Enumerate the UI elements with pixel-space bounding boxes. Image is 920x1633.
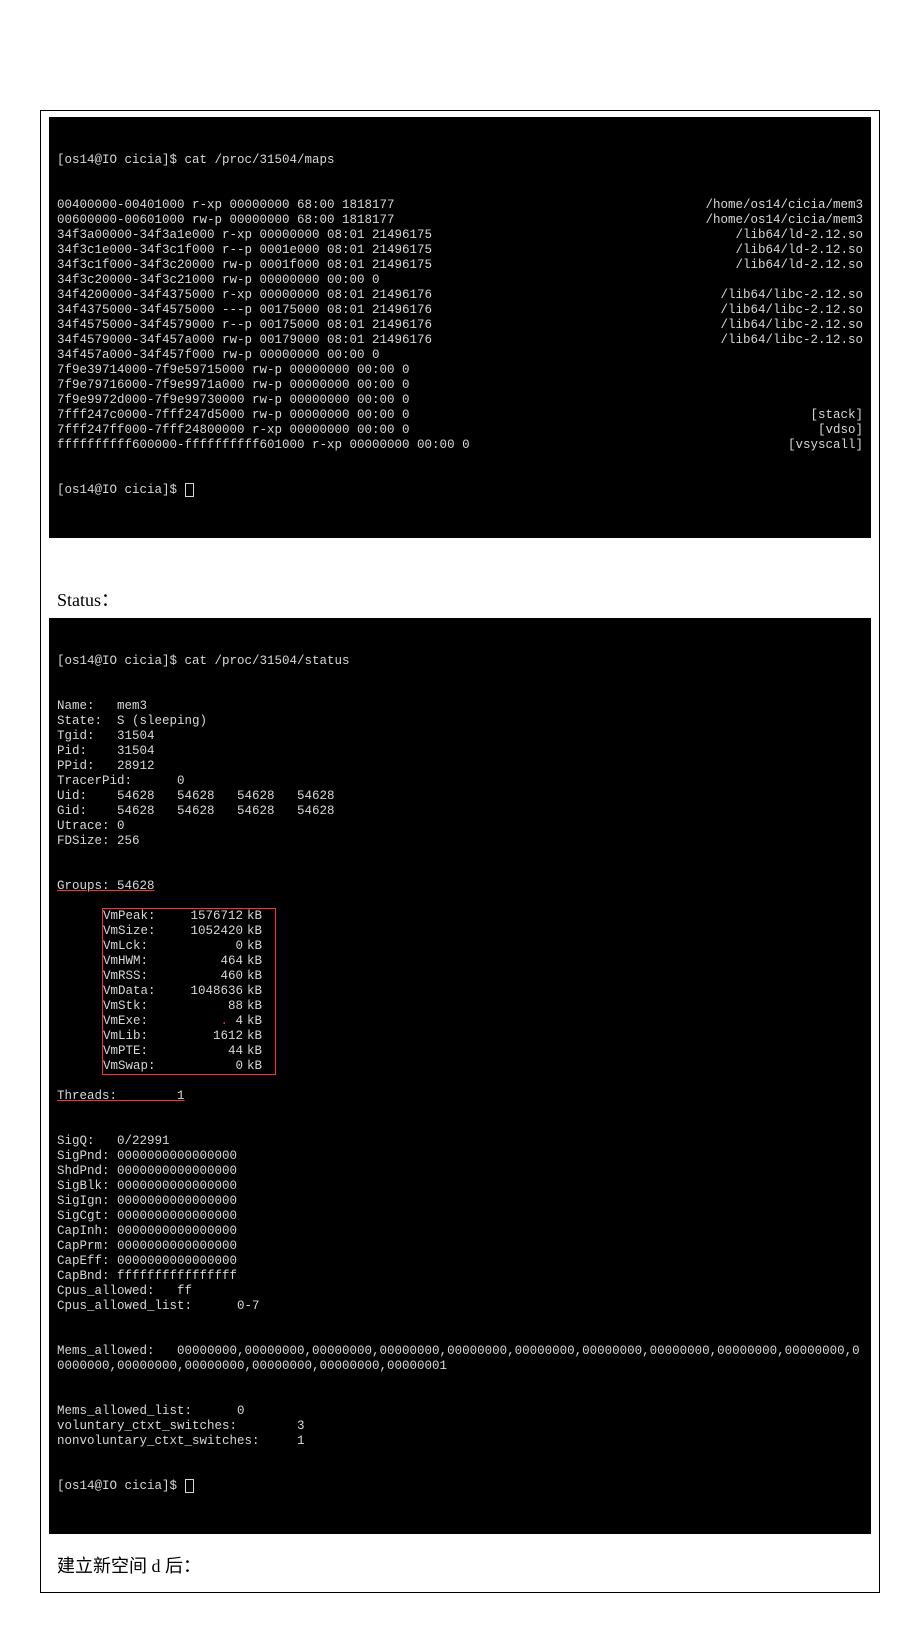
cursor-icon	[185, 483, 194, 497]
after-d-heading: 建立新空间 d 后：	[57, 1552, 871, 1578]
maps-command: [os14@IO cicia]$ cat /proc/31504/maps	[57, 153, 863, 168]
maps-row: 7fff247ff000-7fff24800000 r-xp 00000000 …	[57, 423, 863, 438]
cursor-icon	[185, 1479, 194, 1493]
groups-line: Groups: 54628	[57, 879, 863, 894]
document-frame: [os14@IO cicia]$ cat /proc/31504/maps 00…	[40, 110, 880, 1593]
status-line: SigQ: 0/22991	[57, 1134, 863, 1149]
maps-row: 7f9e9972d000-7f9e99730000 rw-p 00000000 …	[57, 393, 863, 408]
status-command: [os14@IO cicia]$ cat /proc/31504/status	[57, 654, 863, 669]
maps-output: 00400000-00401000 r-xp 00000000 68:00 18…	[57, 198, 863, 453]
status-line: SigBlk: 0000000000000000	[57, 1179, 863, 1194]
maps-row: 7f9e79716000-7f9e9971a000 rw-p 00000000 …	[57, 378, 863, 393]
status-pre-groups: Name: mem3State: S (sleeping)Tgid: 31504…	[57, 699, 863, 849]
status-line: SigCgt: 0000000000000000	[57, 1209, 863, 1224]
status-line: CapEff: 0000000000000000	[57, 1254, 863, 1269]
status-line: Gid: 54628 54628 54628 54628	[57, 804, 863, 819]
vm-line: VmData:1048636kB	[103, 984, 271, 999]
status-line: CapInh: 0000000000000000	[57, 1224, 863, 1239]
status-line: State: S (sleeping)	[57, 714, 863, 729]
terminal-maps: [os14@IO cicia]$ cat /proc/31504/maps 00…	[49, 117, 871, 538]
maps-row: 34f3c1f000-34f3c20000 rw-p 0001f000 08:0…	[57, 258, 863, 273]
status-line: voluntary_ctxt_switches: 3	[57, 1419, 863, 1434]
maps-row: 34f457a000-34f457f000 rw-p 00000000 00:0…	[57, 348, 863, 363]
vm-line: VmRSS:460kB	[103, 969, 271, 984]
status-line: Cpus_allowed_list: 0-7	[57, 1299, 863, 1314]
status-after-prompt: [os14@IO cicia]$	[57, 1479, 863, 1494]
status-heading: Status：	[57, 586, 871, 612]
maps-row: ffffffffff600000-ffffffffff601000 r-xp 0…	[57, 438, 863, 453]
status-line: Tgid: 31504	[57, 729, 863, 744]
status-line: CapPrm: 0000000000000000	[57, 1239, 863, 1254]
vm-line: VmPeak:1576712kB	[103, 909, 271, 924]
status-line: PPid: 28912	[57, 759, 863, 774]
status-post-threads: SigQ: 0/22991SigPnd: 0000000000000000Shd…	[57, 1134, 863, 1314]
maps-row: 34f4579000-34f457a000 rw-p 00179000 08:0…	[57, 333, 863, 348]
status-line: Pid: 31504	[57, 744, 863, 759]
vm-line: VmHWM:464kB	[103, 954, 271, 969]
status-line: Mems_allowed_list: 0	[57, 1404, 863, 1419]
vm-line: VmExe:. 4kB	[103, 1014, 271, 1029]
status-line: SigIgn: 0000000000000000	[57, 1194, 863, 1209]
vm-line: VmPTE:44kB	[103, 1044, 271, 1059]
status-line: Cpus_allowed: ff	[57, 1284, 863, 1299]
maps-row: 34f3a00000-34f3a1e000 r-xp 00000000 08:0…	[57, 228, 863, 243]
maps-row: 00600000-00601000 rw-p 00000000 68:00 18…	[57, 213, 863, 228]
status-line: TracerPid: 0	[57, 774, 863, 789]
status-line: SigPnd: 0000000000000000	[57, 1149, 863, 1164]
maps-row: 34f3c20000-34f3c21000 rw-p 00000000 00:0…	[57, 273, 863, 288]
status-tail: Mems_allowed_list: 0voluntary_ctxt_switc…	[57, 1404, 863, 1449]
vm-line: VmSize:1052420kB	[103, 924, 271, 939]
maps-row: 7f9e39714000-7f9e59715000 rw-p 00000000 …	[57, 363, 863, 378]
maps-row: 00400000-00401000 r-xp 00000000 68:00 18…	[57, 198, 863, 213]
maps-row: 7fff247c0000-7fff247d5000 rw-p 00000000 …	[57, 408, 863, 423]
vm-metrics-box: VmPeak:1576712kBVmSize:1052420kBVmLck:0k…	[102, 908, 276, 1075]
status-line: FDSize: 256	[57, 834, 863, 849]
vm-line: VmLib:1612kB	[103, 1029, 271, 1044]
status-line: Uid: 54628 54628 54628 54628	[57, 789, 863, 804]
status-line: Utrace: 0	[57, 819, 863, 834]
status-line: ShdPnd: 0000000000000000	[57, 1164, 863, 1179]
status-line: Name: mem3	[57, 699, 863, 714]
maps-row: 34f4375000-34f4575000 ---p 00175000 08:0…	[57, 303, 863, 318]
terminal-status: [os14@IO cicia]$ cat /proc/31504/status …	[49, 618, 871, 1534]
status-line: CapBnd: ffffffffffffffff	[57, 1269, 863, 1284]
vm-line: VmLck:0kB	[103, 939, 271, 954]
mems-allowed: Mems_allowed: 00000000,00000000,00000000…	[57, 1344, 863, 1374]
vm-line: VmStk:88kB	[103, 999, 271, 1014]
maps-row: 34f4575000-34f4579000 r--p 00175000 08:0…	[57, 318, 863, 333]
threads-line: Threads: 1	[57, 1089, 863, 1104]
maps-row: 34f4200000-34f4375000 r-xp 00000000 08:0…	[57, 288, 863, 303]
maps-after-prompt: [os14@IO cicia]$	[57, 483, 863, 498]
vm-line: VmSwap:0kB	[103, 1059, 271, 1074]
status-line: nonvoluntary_ctxt_switches: 1	[57, 1434, 863, 1449]
maps-row: 34f3c1e000-34f3c1f000 r--p 0001e000 08:0…	[57, 243, 863, 258]
